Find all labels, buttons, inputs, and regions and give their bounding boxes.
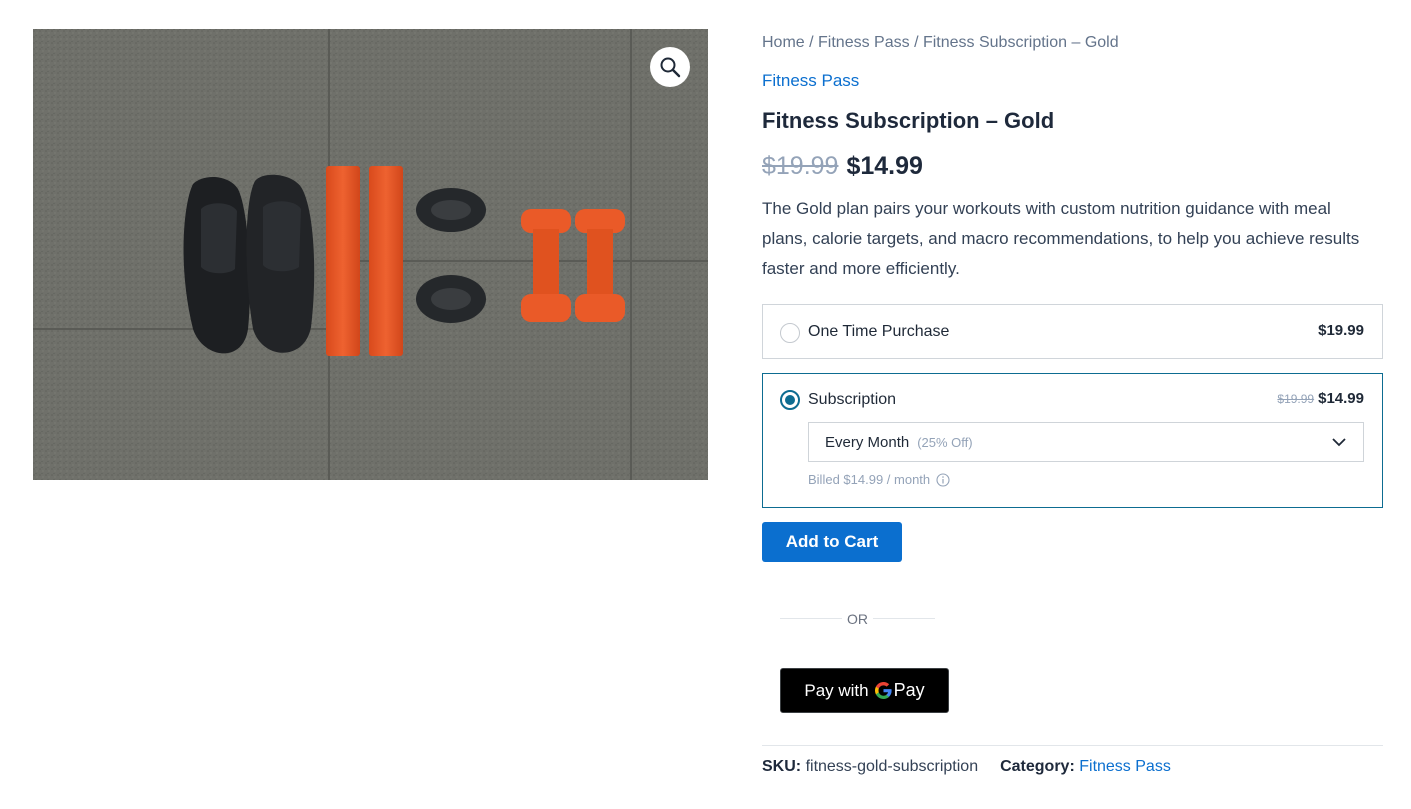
gpay-logo: Pay bbox=[874, 680, 925, 701]
product-photo bbox=[33, 29, 708, 480]
billing-note: Billed $14.99 / month bbox=[808, 472, 950, 487]
frequency-discount: (25% Off) bbox=[917, 434, 973, 450]
info-icon[interactable] bbox=[936, 472, 950, 487]
category-link[interactable]: Fitness Pass bbox=[1079, 758, 1171, 775]
product-meta: SKU: fitness-gold-subscription Category:… bbox=[762, 757, 1171, 777]
magnifier-icon bbox=[660, 57, 681, 78]
purchase-form: One Time Purchase $19.99 Subscription $1… bbox=[762, 29, 1383, 789]
meta-divider bbox=[762, 745, 1383, 746]
or-text: OR bbox=[847, 611, 868, 627]
subscription-regular-price: $19.99 bbox=[1277, 392, 1315, 406]
sku: SKU: fitness-gold-subscription bbox=[762, 757, 978, 777]
sku-value: fitness-gold-subscription bbox=[805, 758, 979, 775]
frequency-select[interactable]: Every Month (25% Off) bbox=[808, 422, 1364, 462]
gpay-brand: Pay bbox=[893, 680, 925, 700]
billing-text: Billed $14.99 / month bbox=[808, 472, 931, 487]
option-subscription[interactable]: Subscription $19.99 $14.99 Every Month (2… bbox=[762, 373, 1383, 508]
add-to-cart-button[interactable]: Add to Cart bbox=[762, 522, 902, 562]
google-pay-button[interactable]: Pay with Pay bbox=[780, 668, 949, 713]
subscription-radio[interactable] bbox=[780, 390, 800, 410]
divider-line bbox=[873, 618, 935, 619]
one-time-radio[interactable] bbox=[780, 323, 800, 343]
subscription-label: Subscription bbox=[808, 391, 897, 408]
option-one-time-purchase[interactable]: One Time Purchase $19.99 bbox=[762, 304, 1383, 359]
or-divider: OR bbox=[780, 610, 935, 630]
subscription-sale-price: $14.99 bbox=[1318, 390, 1364, 407]
product-image[interactable] bbox=[33, 29, 708, 480]
one-time-label: One Time Purchase bbox=[808, 323, 950, 340]
one-time-price: $19.99 bbox=[1318, 322, 1364, 339]
zoom-button[interactable] bbox=[650, 47, 690, 87]
chevron-down-icon bbox=[1332, 438, 1346, 447]
subscription-price: $19.99 $14.99 bbox=[1277, 390, 1364, 407]
frequency-selected: Every Month bbox=[825, 433, 910, 451]
google-g-icon bbox=[874, 682, 892, 699]
category: Category: Fitness Pass bbox=[1000, 757, 1171, 777]
sku-label: SKU: bbox=[762, 758, 802, 775]
gpay-prefix: Pay with bbox=[804, 680, 869, 700]
category-label: Category: bbox=[1000, 758, 1075, 775]
